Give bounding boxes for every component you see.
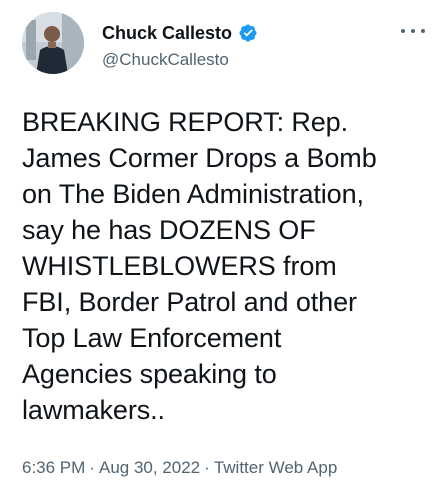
tweet-meta: 6:36 PM · Aug 30, 2022 · Twitter Web App [22,458,337,478]
separator: · [204,458,210,477]
author-info: Chuck Callesto @ChuckCallesto [102,22,258,70]
tweet-text: BREAKING REPORT: Rep. James Cormer Drops… [22,107,377,425]
display-name[interactable]: Chuck Callesto [102,22,232,44]
more-options-icon[interactable] [401,22,425,40]
avatar[interactable] [22,12,84,74]
tweet-date[interactable]: Aug 30, 2022 [99,458,200,477]
profile-photo [22,12,84,74]
tweet-source[interactable]: Twitter Web App [214,458,337,477]
verified-badge-icon [238,23,258,43]
tweet-time[interactable]: 6:36 PM [22,458,85,477]
name-row: Chuck Callesto [102,22,258,44]
handle[interactable]: @ChuckCallesto [102,50,258,70]
separator: · [89,458,95,477]
tweet-card: Chuck Callesto @ChuckCallesto BREAKING R… [0,0,443,500]
